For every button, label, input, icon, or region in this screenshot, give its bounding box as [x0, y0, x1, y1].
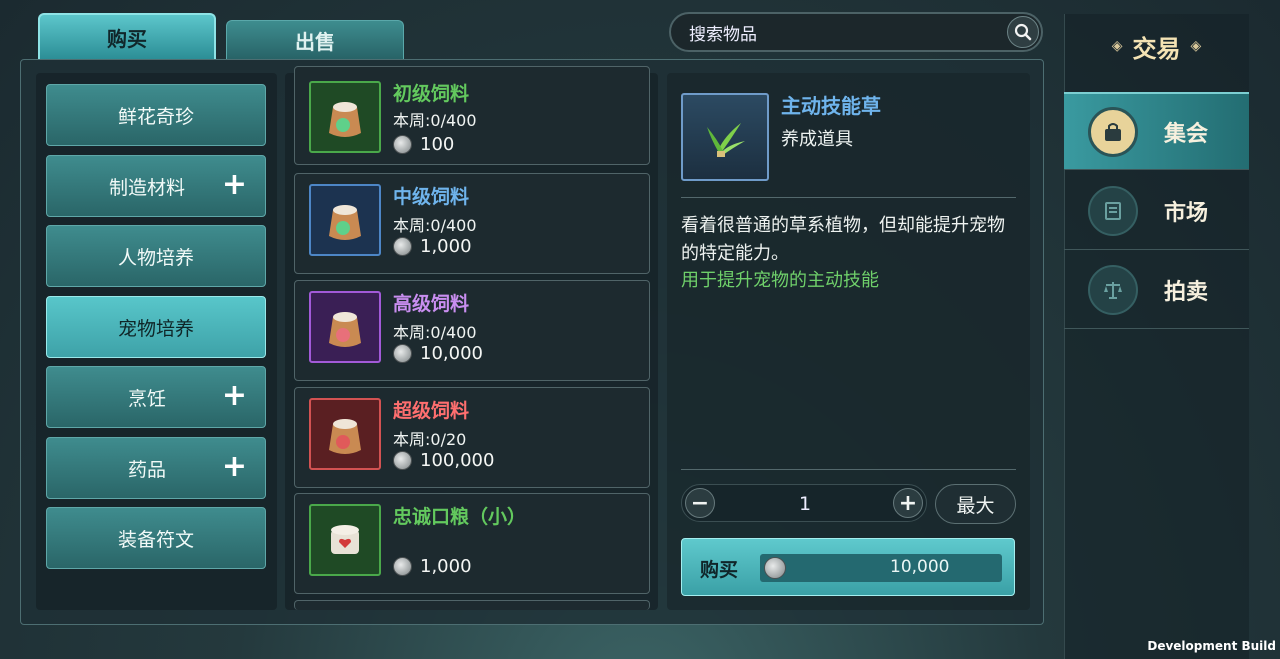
expand-plus-icon[interactable]: + [222, 381, 247, 411]
category-label: 鲜花奇珍 [117, 105, 194, 128]
category-label: 制造材料 [108, 176, 185, 199]
search-icon [1014, 23, 1032, 41]
category-label: 药品 [127, 458, 166, 481]
feed-bag-icon [309, 398, 381, 470]
feed-bag-icon [309, 291, 381, 363]
tab-sell[interactable]: 出售 [226, 20, 404, 59]
quantity-stepper: − 1 + [681, 484, 927, 522]
ration-can-icon [309, 504, 381, 576]
item-name: 中级饲料 [393, 186, 470, 208]
detail-effect: 用于提升宠物的主动技能 [681, 270, 879, 291]
category-pet[interactable]: 宠物培养 [46, 296, 266, 358]
item-name: 超级饲料 [393, 400, 470, 422]
category-materials[interactable]: 制造材料 + [46, 155, 266, 217]
tab-sell-label: 出售 [295, 29, 335, 54]
coin-icon [393, 557, 412, 576]
trade-title-label: 交易 [1132, 34, 1181, 63]
search-button[interactable] [1007, 16, 1039, 48]
item-price: 100 [393, 134, 454, 155]
item-price: 10,000 [393, 343, 483, 364]
list-item[interactable]: 初级饲料 本周:0/400 100 [294, 66, 650, 165]
buy-button[interactable]: 购买 10,000 [681, 538, 1015, 596]
item-price: 1,000 [393, 556, 472, 577]
ornament-icon: ◈ [1190, 38, 1202, 54]
nav-market[interactable]: 市场 [1064, 172, 1249, 250]
max-label: 最大 [956, 494, 995, 517]
category-flowers[interactable]: 鲜花奇珍 [46, 84, 266, 146]
item-name: 初级饲料 [393, 83, 470, 105]
category-cooking[interactable]: 烹饪 + [46, 366, 266, 428]
ornament-icon: ◈ [1111, 38, 1123, 54]
category-label: 人物培养 [117, 246, 194, 269]
list-item[interactable]: 忠诚口粮（小） 1,000 [294, 493, 650, 594]
category-medicine[interactable]: 药品 + [46, 437, 266, 499]
item-price: 1,000 [393, 236, 472, 257]
search-placeholder: 搜索物品 [689, 24, 757, 45]
coin-icon [393, 344, 412, 363]
item-limit: 本周:0/400 [393, 323, 477, 342]
coin-icon [393, 237, 412, 256]
list-item-partial [294, 600, 650, 610]
coin-icon [393, 451, 412, 470]
herb-icon [681, 93, 769, 181]
tab-buy-label: 购买 [107, 26, 147, 51]
divider [681, 197, 1016, 198]
max-button[interactable]: 最大 [935, 484, 1016, 524]
nav-gathering[interactable]: 集会 [1064, 92, 1249, 170]
list-item[interactable]: 高级饲料 本周:0/400 10,000 [294, 280, 650, 381]
tab-buy[interactable]: 购买 [38, 13, 216, 59]
coin-icon [393, 135, 412, 154]
item-limit: 本周:0/20 [393, 430, 467, 449]
feed-bag-icon [309, 184, 381, 256]
decrement-button[interactable]: − [685, 488, 715, 518]
buy-label: 购买 [700, 559, 739, 581]
expand-plus-icon[interactable]: + [222, 452, 247, 482]
total-price: 10,000 [760, 554, 1002, 582]
item-limit: 本周:0/400 [393, 111, 477, 130]
category-label: 烹饪 [127, 387, 166, 410]
list-item[interactable]: 中级饲料 本周:0/400 1,000 [294, 173, 650, 274]
detail-item-name: 主动技能草 [781, 94, 881, 118]
category-runes[interactable]: 装备符文 [46, 507, 266, 569]
item-name: 忠诚口粮（小） [393, 506, 527, 528]
search-input[interactable]: 搜索物品 [669, 12, 1043, 52]
item-price: 100,000 [393, 450, 494, 471]
divider [681, 469, 1016, 470]
scales-icon [1088, 264, 1138, 315]
trade-title: ◈ 交易 ◈ [1064, 14, 1249, 78]
coin-icon [764, 557, 786, 579]
category-character[interactable]: 人物培养 [46, 225, 266, 287]
nav-label: 集会 [1164, 121, 1209, 147]
category-label: 装备符文 [117, 528, 194, 551]
list-item[interactable]: 超级饲料 本周:0/20 100,000 [294, 387, 650, 488]
detail-item-type: 养成道具 [781, 129, 853, 150]
detail-description: 看着很普通的草系植物，但却能提升宠物的特定能力。 [681, 215, 1005, 264]
stall-icon [1088, 185, 1138, 236]
quantity-value[interactable]: 1 [782, 493, 828, 515]
increment-button[interactable]: + [893, 488, 923, 518]
item-name: 高级饲料 [393, 293, 470, 315]
development-build-label: Development Build [1147, 639, 1276, 653]
feed-bag-icon [309, 81, 381, 153]
bag-icon [1088, 106, 1138, 157]
nav-label: 市场 [1164, 200, 1209, 226]
category-label: 宠物培养 [117, 317, 194, 340]
nav-label: 拍卖 [1164, 279, 1209, 305]
nav-auction[interactable]: 拍卖 [1064, 251, 1249, 329]
expand-plus-icon[interactable]: + [222, 170, 247, 200]
total-price-value: 10,000 [890, 557, 950, 577]
item-limit: 本周:0/400 [393, 216, 477, 235]
